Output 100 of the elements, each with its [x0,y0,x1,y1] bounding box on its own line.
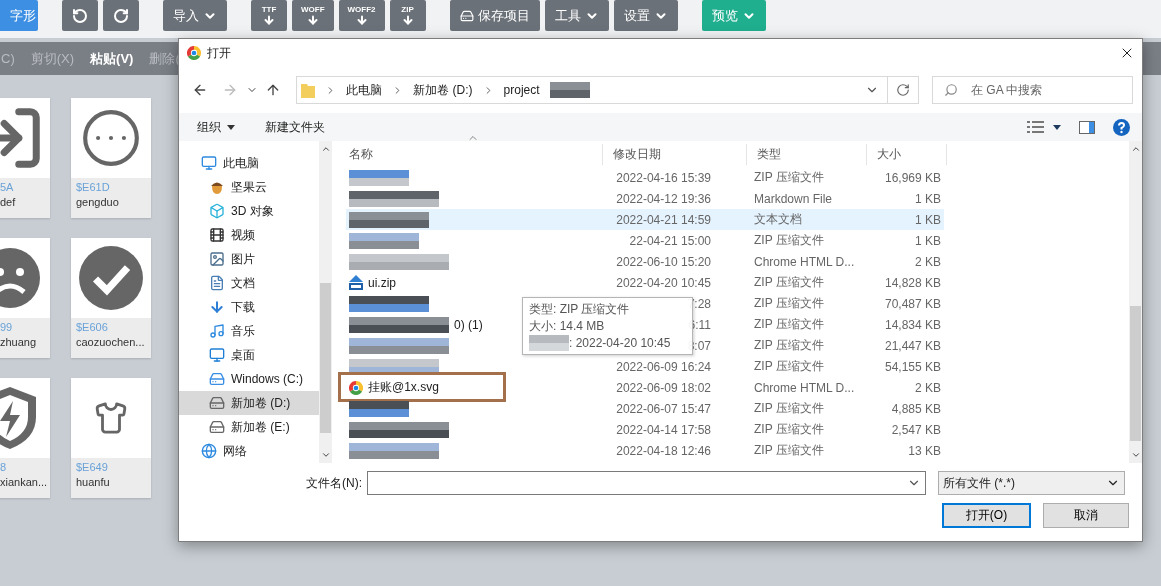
command-button[interactable]: 新建文件夹 [265,118,325,136]
toolbar-button[interactable]: 设置 [613,0,678,31]
column-header[interactable]: 类型 [747,144,867,165]
tooltip-text: : 2022-04-20 10:45 [569,336,671,350]
file-size: 2 KB [914,254,941,269]
file-type: ZIP 压缩文件 [753,316,825,333]
cancel-button[interactable]: 取消 [1043,503,1129,528]
glyph-card[interactable]: 8 xiankan... [0,378,50,498]
file-size: 2 KB [914,380,941,395]
toolbar-button[interactable]: WOFF2 [338,0,385,31]
modified-date: 2022-04-16 15:39 [616,170,711,185]
modified-date: 2022-04-21 14:59 [616,212,711,227]
view-options-icon[interactable] [1027,120,1061,134]
glyph-code: $E61D [76,181,111,193]
glyph-code: 8 [0,461,8,473]
glyph-card[interactable]: 5A def [0,98,50,218]
file-type: 文本文档 [753,211,803,228]
toolbar-button[interactable]: WOFF [292,0,334,31]
nav-tree-item[interactable]: 文档 [179,271,319,295]
nav-tree-item[interactable]: Windows (C:) [179,367,319,391]
file-type: Markdown File [753,191,834,206]
tooltip-text: 类型: ZIP 压缩文件 [529,300,630,318]
file-size: 1 KB [914,233,941,248]
file-size: 14,828 KB [883,275,941,290]
glyph-name: huanfu [76,476,111,488]
chevron-down-icon[interactable] [1130,450,1141,460]
file-size: 14,834 KB [883,317,941,332]
download-icon [401,14,414,26]
file-type-select[interactable]: 所有文件 (*.*) [938,471,1125,495]
refresh-button[interactable] [888,76,919,104]
nav-tree-item[interactable]: 新加卷 (E:) [179,415,319,439]
preview-pane-icon[interactable] [1079,120,1095,134]
file-name-label: 文件名(N): [305,474,363,492]
column-header[interactable]: 名称 [339,144,603,165]
drive-icon [209,395,225,411]
computer-icon [201,155,217,171]
toolbar-button[interactable]: ZIP [389,0,426,31]
open-button[interactable]: 打开(O) [942,503,1031,528]
glyph-card[interactable]: $E649 huanfu [71,378,151,498]
document-icon [209,275,225,291]
redo-button[interactable] [103,0,139,31]
chevron-up-icon[interactable] [320,144,331,154]
search-field[interactable]: 在 GA 中搜索 [932,76,1133,104]
file-name-field[interactable] [367,471,926,495]
undo-button[interactable] [62,0,98,31]
glyph-name: xiankan... [0,476,49,488]
column-header[interactable]: 大小 [867,144,947,165]
file-size: 4,885 KB [890,401,941,416]
folder-icon [301,82,316,98]
scrollbar[interactable] [1129,141,1142,463]
column-header[interactable]: 修改日期 [603,144,747,165]
chevron-up-icon[interactable] [1130,144,1141,154]
nav-tree-item[interactable]: 桌面 [179,343,319,367]
nav-tree-item[interactable]: 视频 [179,223,319,247]
nav-tree-item[interactable]: 图片 [179,247,319,271]
nav-tree-item[interactable]: 音乐 [179,319,319,343]
scrollbar[interactable] [319,141,332,463]
glyph-name: def [0,196,17,208]
modified-date: 2022-04-12 19:36 [616,191,711,206]
glyph-card[interactable]: $E606 caozuochen... [71,238,151,358]
glyph-code: 5A [0,181,15,193]
breadcrumb-item[interactable]: 新加卷 (D:) [413,81,473,99]
breadcrumb-item[interactable]: project [503,83,540,97]
glyph-card[interactable]: $E61D gengduo [71,98,151,218]
file-type: ZIP 压缩文件 [753,169,825,186]
toolbar-button[interactable]: 工具 [544,0,609,31]
search-icon [944,83,958,97]
modified-date: 2022-06-07 15:47 [616,401,711,416]
nav-tree-item[interactable]: 3D 对象 [179,199,319,223]
drive-icon [209,419,225,435]
file-name: 0) (1) [454,317,483,332]
drive-icon [459,8,474,23]
file-size: 2,547 KB [890,422,941,437]
hover-highlight[interactable]: 2022-04-21 14:59 文本文档 1 KB [346,209,944,230]
command-button[interactable]: 组织 [197,118,235,136]
chevron-down-icon[interactable] [320,450,331,460]
modified-date: 2022-06-09 16:24 [616,359,711,374]
modified-date: 2022-04-20 10:45 [616,275,711,290]
glyph-card[interactable]: 99 zhuang [0,238,50,358]
edit-action[interactable]: 粘贴(V) [90,49,134,68]
ellipsis-circle-icon [80,107,142,169]
file-size: 13 KB [907,443,941,458]
nav-tree-item[interactable]: 网络 [179,439,319,463]
cube-icon [209,203,225,219]
address-bar[interactable]: 此电脑 新加卷 (D:) project [296,76,889,104]
toolbar-button[interactable]: 保存项目 [449,0,540,31]
modified-date: 2022-04-18 12:46 [616,443,711,458]
file-type: Chrome HTML D... [753,380,856,395]
file-type: ZIP 压缩文件 [753,358,825,375]
help-icon[interactable] [1113,118,1130,136]
nav-tree-item[interactable]: 新加卷 (D:) [179,391,319,415]
breadcrumb-item[interactable]: 此电脑 [346,81,383,99]
nav-tree-item[interactable]: 坚果云 [179,175,319,199]
toolbar-button[interactable]: 导入 [163,0,227,31]
glyph-code: $E606 [76,321,109,333]
toolbar-button[interactable]: TTF [251,0,287,31]
nav-tree-item[interactable]: 下载 [179,295,319,319]
nav-tree-item[interactable]: 此电脑 [179,151,319,175]
glyph-name: caozuochen... [76,336,146,348]
modified-date: 22-04-21 15:00 [629,233,711,248]
